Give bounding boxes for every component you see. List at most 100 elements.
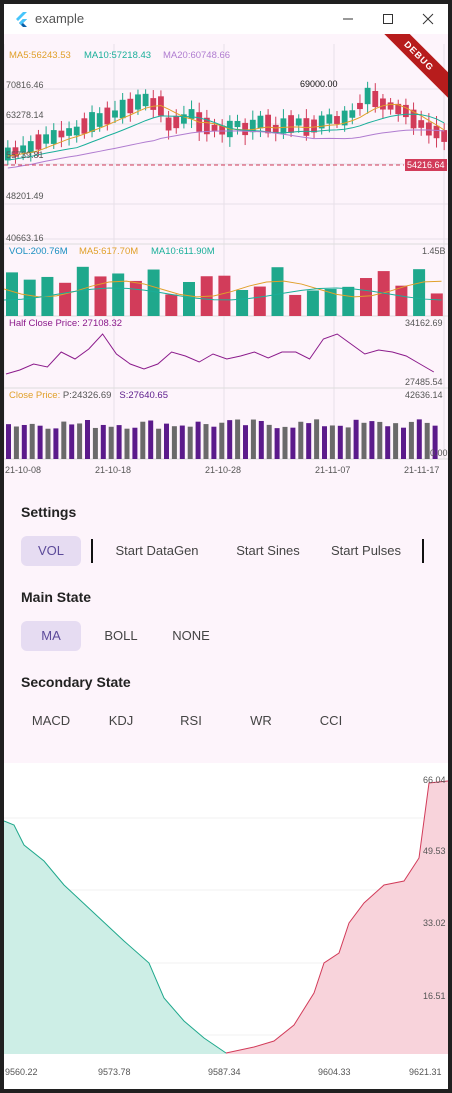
maximize-icon bbox=[383, 14, 393, 24]
vol-legend: VOL:200.76M bbox=[9, 246, 68, 257]
depth-x-label: 9587.34 bbox=[208, 1067, 241, 1077]
close-price-bar bbox=[424, 422, 430, 459]
candle-body bbox=[288, 115, 294, 133]
volume-bar bbox=[112, 273, 125, 316]
candle-body bbox=[50, 130, 57, 144]
date-label: 21-11-17 bbox=[404, 465, 440, 475]
close-price-bar bbox=[250, 419, 256, 459]
close-price-s: S:27640.65 bbox=[119, 390, 168, 401]
close-price-bar bbox=[258, 420, 264, 459]
depth-y-label: 33.02 bbox=[423, 918, 446, 928]
flutter-logo-icon bbox=[16, 12, 27, 27]
candle-body bbox=[387, 102, 394, 110]
wr-button[interactable]: WR bbox=[231, 706, 291, 736]
candle-body bbox=[89, 112, 95, 132]
close-price-bar bbox=[108, 426, 114, 459]
candle-body bbox=[43, 134, 50, 144]
high-price-label: 69000.00 bbox=[300, 79, 338, 89]
main-state-title: Main State bbox=[21, 589, 92, 605]
close-price-bar bbox=[92, 427, 98, 459]
date-label: 21-11-07 bbox=[315, 465, 351, 475]
candle-body bbox=[112, 110, 118, 118]
close-price-bar bbox=[329, 425, 335, 459]
close-price-bar bbox=[187, 426, 193, 459]
close-price-bar bbox=[361, 422, 367, 459]
cci-button[interactable]: CCI bbox=[301, 706, 361, 736]
vol-ma5-legend: MA5:617.70M bbox=[79, 246, 139, 257]
close-price-bar bbox=[140, 421, 146, 459]
volume-bar bbox=[360, 278, 372, 316]
close-price-bar bbox=[132, 427, 138, 459]
close-price-bar bbox=[274, 428, 280, 459]
candle-body bbox=[425, 122, 432, 136]
kdj-button[interactable]: KDJ bbox=[91, 706, 151, 736]
close-price-bar bbox=[85, 419, 90, 459]
close-price-bar bbox=[211, 426, 217, 459]
candle-body bbox=[349, 110, 356, 118]
close-button[interactable] bbox=[408, 4, 448, 34]
boll-button[interactable]: BOLL bbox=[91, 621, 151, 651]
candle-body bbox=[280, 118, 287, 134]
vol-ma10-legend: MA10:611.90M bbox=[151, 246, 215, 257]
close-price-bar bbox=[179, 425, 185, 459]
close-max-label: 42636.14 bbox=[405, 390, 443, 400]
kline-chart[interactable]: MA5:56243.53 MA10:57218.43 MA20:60748.66… bbox=[4, 34, 448, 478]
secondary-state-title: Secondary State bbox=[21, 674, 131, 690]
candle-body bbox=[104, 107, 111, 125]
ma-button[interactable]: MA bbox=[21, 621, 81, 651]
price-axis-label: 63278.14 bbox=[6, 110, 44, 120]
rsi-button[interactable]: RSI bbox=[161, 706, 221, 736]
window-title: example bbox=[35, 11, 85, 26]
close-price-bar bbox=[290, 427, 296, 459]
vol-button[interactable]: VOL bbox=[21, 536, 81, 566]
ask-area bbox=[226, 781, 448, 1054]
ma20-legend: MA20:60748.66 bbox=[163, 50, 231, 61]
price-axis-label: 48201.49 bbox=[6, 191, 44, 201]
current-price-label: 54216.64 bbox=[405, 159, 447, 171]
maximize-button[interactable] bbox=[368, 4, 408, 34]
close-price-bar bbox=[377, 421, 383, 459]
date-label: 21-10-28 bbox=[205, 465, 242, 475]
close-price-bar bbox=[45, 428, 51, 459]
candle-body bbox=[242, 122, 249, 136]
close-icon bbox=[422, 13, 434, 25]
candle-body bbox=[119, 99, 126, 119]
close-price-bar bbox=[21, 424, 27, 459]
start-datagen-button[interactable]: Start DataGen bbox=[104, 536, 210, 566]
candle-body bbox=[127, 98, 134, 114]
candle-body bbox=[234, 120, 241, 128]
kline-chart-canvas bbox=[4, 44, 448, 460]
candle-body bbox=[165, 117, 172, 131]
minimize-button[interactable] bbox=[328, 4, 368, 34]
candle-body bbox=[372, 90, 379, 108]
none-button[interactable]: NONE bbox=[161, 621, 221, 651]
macd-button[interactable]: MACD bbox=[21, 706, 81, 736]
title-bar: example bbox=[4, 4, 448, 34]
vol-max-label: 1.45B bbox=[422, 246, 446, 256]
volume-bar bbox=[6, 272, 18, 316]
close-price-bar bbox=[266, 424, 272, 459]
minimize-icon bbox=[343, 18, 353, 20]
close-price-bar bbox=[282, 426, 288, 459]
depth-y-label: 16.51 bbox=[423, 991, 446, 1001]
ma5-legend: MA5:56243.53 bbox=[9, 50, 71, 61]
separator bbox=[422, 539, 424, 563]
ma10-legend: MA10:57218.43 bbox=[84, 50, 152, 61]
candle-body bbox=[66, 128, 72, 136]
volume-bar bbox=[289, 294, 302, 316]
close-min-label: 0.00 bbox=[430, 448, 448, 458]
volume-bar bbox=[76, 266, 89, 316]
start-pulses-button[interactable]: Start Pulses bbox=[320, 536, 412, 566]
price-axis-label: 70816.46 bbox=[6, 80, 44, 90]
close-price-bar bbox=[227, 420, 233, 459]
close-price-prefix: Close Price: bbox=[9, 390, 63, 401]
depth-x-label: 9573.78 bbox=[98, 1067, 131, 1077]
depth-chart[interactable]: 66.04 49.53 33.02 16.51 9560.22 9573.78 … bbox=[4, 763, 448, 1089]
candle-body bbox=[73, 126, 80, 136]
close-price-bar bbox=[243, 425, 248, 459]
half-close-max-label: 34162.69 bbox=[405, 318, 443, 328]
close-price-bar bbox=[345, 427, 351, 459]
close-price-bar bbox=[195, 421, 201, 459]
start-sines-button[interactable]: Start Sines bbox=[222, 536, 314, 566]
candle-body bbox=[380, 98, 386, 110]
